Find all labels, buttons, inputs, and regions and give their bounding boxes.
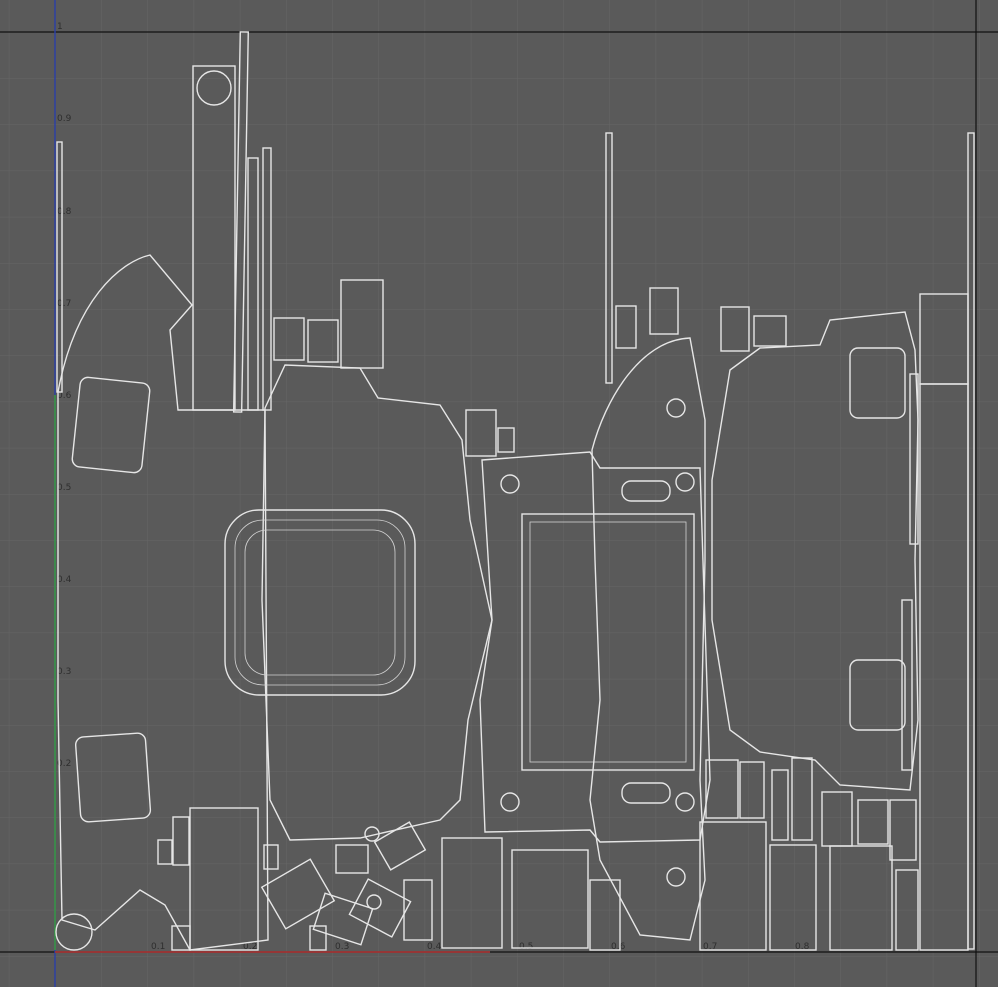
v-tick-label: 0.3 [57,667,71,677]
u-tick-label: 0.4 [427,942,442,952]
v-tick-label: 0.9 [57,114,72,124]
u-tick-label: 0.3 [335,942,349,952]
uv-grid [0,0,998,987]
u-tick-label: 0.5 [519,942,533,952]
u-tick-label: 0.1 [151,942,165,952]
v-tick-label: 0.4 [57,575,72,585]
v-tick-label: 0.5 [57,483,71,493]
v-tick-label: 1 [57,22,63,32]
uv-editor-viewport[interactable]: 1 0.9 0.8 0.7 0.6 0.5 0.4 0.3 0.2 0.1 0.… [0,0,998,987]
v-tick-label: 0.7 [57,299,71,309]
v-tick-label: 0.8 [57,207,72,217]
